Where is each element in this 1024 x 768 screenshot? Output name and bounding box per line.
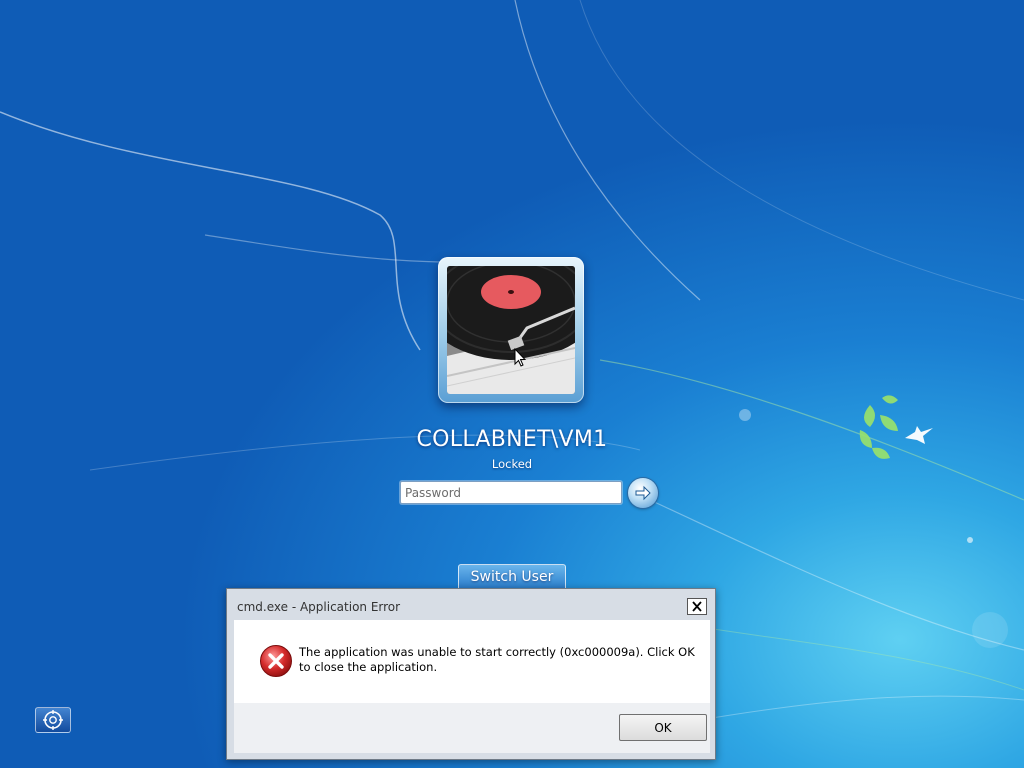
dialog-close-button[interactable] [687, 598, 707, 615]
error-dialog: cmd.exe - Application Error The applicat… [226, 588, 716, 760]
dialog-footer: OK [234, 703, 710, 753]
user-avatar-frame [438, 257, 584, 403]
ease-of-access-button[interactable] [35, 707, 71, 733]
password-input[interactable] [400, 481, 622, 504]
dialog-body: The application was unable to start corr… [234, 620, 710, 703]
user-status-text: Locked [491, 457, 533, 471]
user-name: COLLABNET\VM1 [416, 427, 608, 452]
dialog-title: cmd.exe - Application Error [237, 600, 401, 614]
error-message: The application was unable to start corr… [299, 645, 695, 674]
lock-screen: COLLABNET\VM1 Locked Switch User cmd.exe… [0, 0, 1024, 768]
ok-button[interactable]: OK [619, 714, 707, 741]
switch-user-button[interactable]: Switch User [458, 564, 566, 591]
arrow-right-icon [635, 485, 651, 501]
ease-of-access-icon [43, 710, 63, 730]
vinyl-record-turntable-icon [447, 266, 575, 394]
close-icon [692, 601, 702, 612]
error-x-icon [260, 645, 292, 677]
submit-arrow-button[interactable] [628, 478, 658, 508]
mouse-pointer-icon [514, 348, 526, 367]
